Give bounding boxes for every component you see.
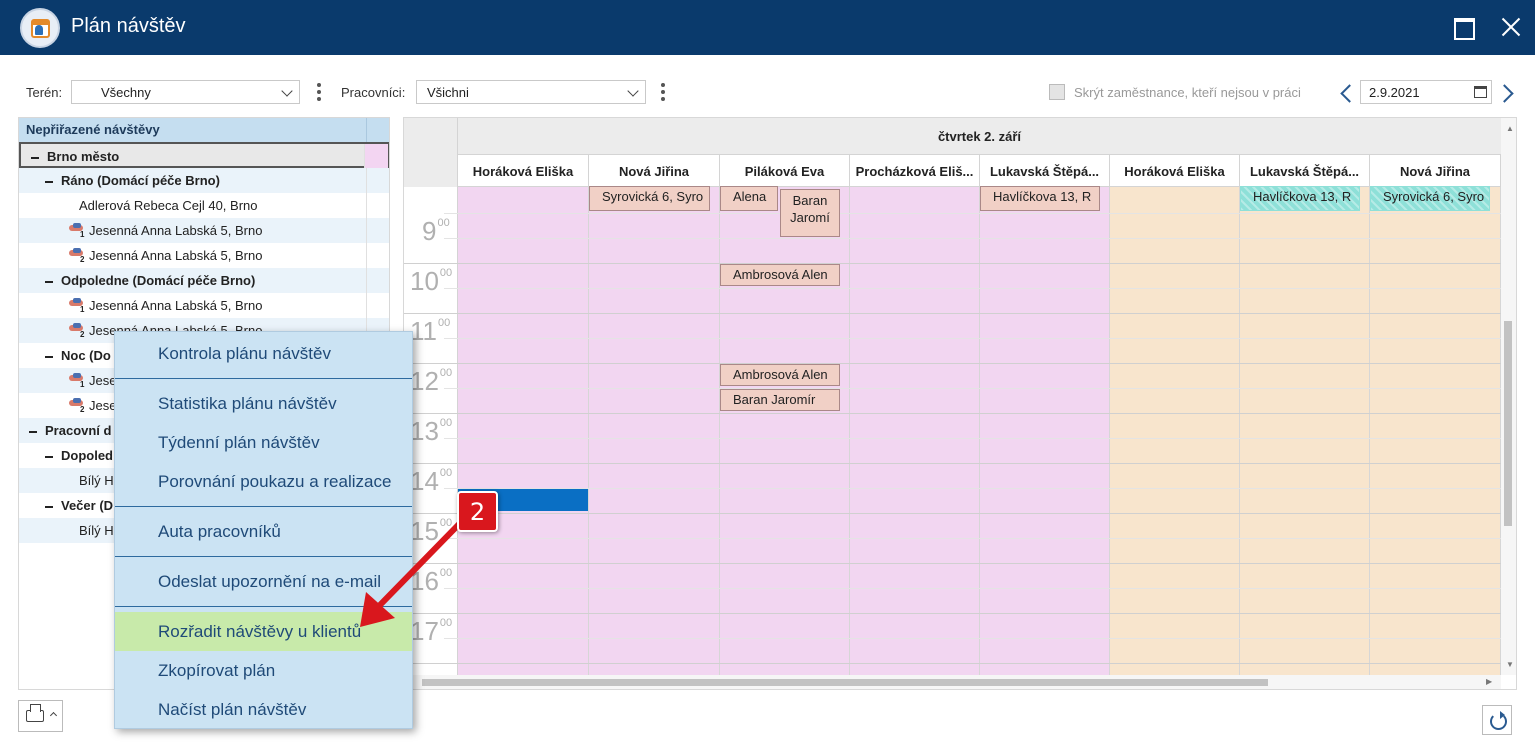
employee-column[interactable] — [1240, 187, 1370, 675]
chevron-down-icon — [627, 85, 639, 97]
employee-column-header[interactable]: Horáková Eliška — [1110, 154, 1240, 187]
hour-label: 1700 — [410, 616, 453, 646]
next-day-icon[interactable] — [1500, 84, 1512, 102]
prev-day-icon[interactable] — [1340, 84, 1352, 102]
chevron-down-icon — [281, 85, 293, 97]
employee-column[interactable] — [1370, 187, 1501, 675]
visit-icon: 2 — [68, 323, 86, 339]
visit-icon: 1 — [68, 223, 86, 239]
menu-item-nacist[interactable]: Načíst plán návštěv — [115, 690, 412, 729]
collapse-icon[interactable] — [45, 505, 53, 508]
window-title: Plán návštěv — [71, 15, 186, 37]
menu-item-odeslat[interactable]: Odeslat upozornění na e-mail — [115, 562, 412, 601]
context-menu: Kontrola plánu návštěv Statistika plánu … — [114, 331, 413, 729]
collapse-icon[interactable] — [45, 280, 53, 283]
employee-column[interactable] — [850, 187, 980, 675]
teren-select[interactable]: Všechny — [71, 80, 300, 104]
visit-event[interactable]: Syrovická 6, Syro — [589, 186, 710, 211]
menu-item-auta[interactable]: Auta pracovníků — [115, 512, 412, 551]
hour-label: 1600 — [410, 566, 453, 596]
employee-column[interactable] — [458, 187, 589, 675]
hour-label: 1300 — [410, 416, 453, 446]
tree-row[interactable]: Odpoledne (Domácí péče Brno) — [19, 268, 389, 293]
tree-header: Nepřiřazené návštěvy — [19, 118, 366, 142]
visit-event[interactable]: Baran Jaromí — [780, 189, 840, 237]
tree-row[interactable]: 1 Jesenná Anna Labská 5, Brno — [19, 218, 389, 243]
hour-label: 1500 — [410, 516, 453, 546]
menu-item-rozradit[interactable]: Rozřadit návštěvy u klientů — [115, 612, 412, 651]
visit-icon: 2 — [68, 248, 86, 264]
tree-row[interactable]: Adlerová Rebeca Cejl 40, Brno — [19, 193, 389, 218]
annotation-badge: 2 — [457, 491, 498, 532]
employee-column-header[interactable]: Horáková Eliška — [458, 154, 589, 187]
tree-row[interactable]: 2Jesenná Anna Labská 5, Brno — [19, 243, 389, 268]
menu-item-tydenni[interactable]: Týdenní plán návštěv — [115, 423, 412, 462]
scroll-down-icon[interactable]: ▼ — [1506, 660, 1514, 669]
hour-label: 1400 — [410, 466, 453, 496]
tree-row[interactable]: 1 Jesenná Anna Labská 5, Brno — [19, 293, 389, 318]
employee-column[interactable] — [980, 187, 1110, 675]
collapse-icon[interactable] — [45, 455, 53, 458]
hide-absent-checkbox[interactable] — [1049, 84, 1065, 100]
employee-column-header[interactable]: Lukavská Štěpá... — [1240, 154, 1370, 187]
visit-event[interactable]: Havlíčkova 13, R — [980, 186, 1100, 211]
collapse-icon[interactable] — [45, 180, 53, 183]
menu-item-kontrola[interactable]: Kontrola plánu návštěv — [115, 334, 412, 373]
scroll-right-icon[interactable]: ▶ — [1486, 677, 1492, 686]
pracovnici-select[interactable]: Všichni — [416, 80, 646, 104]
date-value: 2.9.2021 — [1369, 85, 1420, 100]
maximize-icon[interactable] — [1450, 14, 1476, 40]
menu-item-statistika[interactable]: Statistika plánu návštěv — [115, 384, 412, 423]
horizontal-scroll-thumb[interactable] — [422, 679, 1268, 686]
title-bar: Plán návštěv — [0, 0, 1535, 55]
collapse-icon[interactable] — [31, 156, 39, 159]
chevron-up-icon — [49, 711, 58, 720]
pracovnici-more-icon[interactable] — [660, 83, 666, 103]
hour-label: 1000 — [410, 266, 453, 296]
teren-more-icon[interactable] — [316, 83, 322, 103]
print-button[interactable] — [18, 700, 63, 732]
teren-select-value: Všechny — [101, 85, 151, 100]
teren-label: Terén: — [26, 85, 63, 100]
visit-event[interactable]: Ambrosová Alen — [720, 364, 840, 386]
calendar-grid: čtvrtek 2. září Horáková Eliška Nová Jiř… — [403, 117, 1517, 690]
collapse-icon[interactable] — [45, 355, 53, 358]
visit-event[interactable]: Baran Jaromír — [720, 389, 840, 411]
employee-column-header[interactable]: Nová Jiřina — [589, 154, 720, 187]
visit-event[interactable]: Ambrosová Alen — [720, 264, 840, 286]
employee-column-header[interactable]: Lukavská Štěpá... — [980, 154, 1110, 187]
employee-column-header[interactable]: Piláková Eva — [720, 154, 850, 187]
employee-column[interactable] — [589, 187, 720, 675]
visit-event[interactable]: Havlíčkova 13, R — [1240, 186, 1360, 211]
hour-label: 900 — [422, 216, 450, 246]
vertical-scroll-thumb[interactable] — [1504, 321, 1512, 526]
visit-icon: 2 — [68, 398, 86, 414]
close-icon[interactable] — [1498, 14, 1524, 40]
menu-item-zkopirovat[interactable]: Zkopírovat plán — [115, 651, 412, 690]
employee-column-header[interactable]: Procházková Eliš... — [850, 154, 980, 187]
date-input[interactable]: 2.9.2021 — [1360, 80, 1492, 104]
visit-icon: 1 — [68, 373, 86, 389]
employee-column[interactable] — [720, 187, 850, 675]
pracovnici-label: Pracovníci: — [341, 85, 406, 100]
refresh-button[interactable] — [1482, 705, 1512, 735]
menu-item-porovnani[interactable]: Porovnání poukazu a realizace — [115, 462, 412, 501]
visit-icon: 1 — [68, 298, 86, 314]
visit-event[interactable]: Alena — [720, 186, 778, 211]
collapse-icon[interactable] — [29, 430, 37, 433]
pracovnici-select-value: Všichni — [427, 85, 469, 100]
day-header: čtvrtek 2. září — [458, 118, 1501, 154]
hour-label: 1200 — [410, 366, 453, 396]
employee-column-header[interactable]: Nová Jiřina — [1370, 154, 1501, 187]
hide-absent-label: Skrýt zaměstnance, kteří nejsou v práci — [1074, 85, 1301, 100]
employee-column[interactable] — [1110, 187, 1240, 675]
visit-event[interactable]: Syrovická 6, Syro — [1370, 186, 1490, 211]
tree-row[interactable]: Ráno (Domácí péče Brno) — [19, 168, 389, 193]
calendar-icon[interactable] — [1474, 86, 1487, 98]
calendar-app-icon — [20, 8, 60, 48]
printer-icon — [26, 704, 44, 722]
tree-row[interactable]: Brno město — [19, 142, 389, 169]
hour-label: 1100 — [410, 316, 451, 346]
scroll-up-icon[interactable]: ▲ — [1506, 124, 1514, 133]
